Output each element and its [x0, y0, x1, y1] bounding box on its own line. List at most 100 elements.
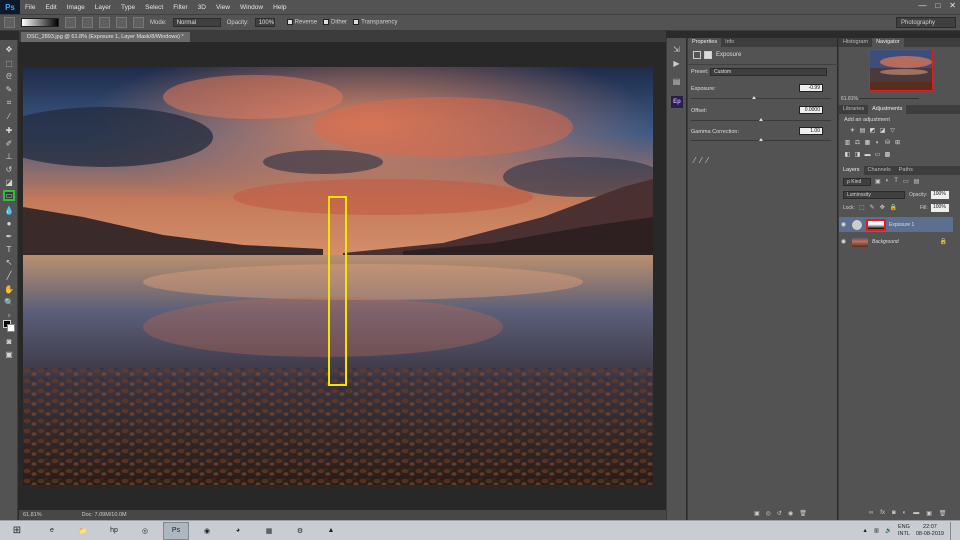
link-layers-icon[interactable]: ∞ — [869, 510, 873, 517]
taskbar-settings-icon[interactable]: ⚙ — [287, 522, 313, 540]
black-white-icon[interactable]: ▦ — [864, 139, 871, 146]
navigator-thumbnail[interactable] — [869, 49, 933, 91]
clip-to-layer-icon[interactable]: ▣ — [754, 510, 760, 517]
preset-select[interactable]: Custom — [710, 68, 827, 76]
hand-tool-icon[interactable]: ✋ — [3, 284, 15, 295]
transparency-option[interactable]: Transparency — [353, 19, 398, 26]
taskbar-photoshop-icon[interactable]: Ps — [163, 521, 189, 540]
eraser-tool-icon[interactable]: ◪ — [3, 177, 15, 188]
crop-tool-icon[interactable]: ⌗ — [3, 97, 15, 108]
gradient-preview[interactable] — [21, 18, 59, 27]
layer-style-icon[interactable]: fx — [880, 510, 885, 517]
invert-icon[interactable]: ◧ — [844, 151, 851, 158]
dodge-tool-icon[interactable]: ● — [3, 218, 15, 229]
curves-icon[interactable]: ◩ — [869, 127, 876, 134]
layer-filter-select[interactable]: ρ Kind — [843, 178, 871, 186]
marquee-tool-icon[interactable]: ⬚ — [3, 58, 15, 69]
exposure-slider-knob[interactable] — [752, 96, 756, 99]
menu-type[interactable]: Type — [116, 4, 140, 11]
clock[interactable]: 22:07 08-08-2019 — [916, 524, 944, 538]
gray-point-eyedropper-icon[interactable]: ⁄ — [700, 156, 701, 165]
lasso-tool-icon[interactable]: ᘓ — [3, 71, 15, 82]
eye-icon[interactable]: ◉ — [839, 221, 848, 228]
workspace-select[interactable]: Photography — [896, 17, 956, 28]
offset-slider-knob[interactable] — [759, 118, 763, 121]
lock-position-icon[interactable]: ✥ — [880, 204, 885, 211]
minimize-button[interactable]: — — [918, 1, 926, 10]
dither-option[interactable]: Dither — [323, 19, 347, 26]
photo-filter-icon[interactable]: ◐ — [874, 139, 881, 146]
tab-histogram[interactable]: Histogram — [839, 38, 872, 47]
tab-channels[interactable]: Channels — [864, 166, 895, 175]
layer-name[interactable]: Background — [872, 239, 899, 245]
gradient-tool-icon[interactable]: ▭ — [3, 190, 15, 201]
add-mask-icon[interactable]: ◙ — [892, 510, 896, 517]
hue-saturation-icon[interactable]: ▥ — [844, 139, 851, 146]
filter-adjustment-icon[interactable]: ◐ — [886, 178, 890, 185]
menu-edit[interactable]: Edit — [40, 4, 61, 11]
volume-icon[interactable]: 🔊 — [885, 528, 892, 534]
close-button[interactable]: ✕ — [949, 1, 956, 10]
gamma-value[interactable]: 1.00 — [799, 127, 823, 135]
layer-opacity-field[interactable]: 100% — [931, 191, 949, 199]
radial-gradient-icon[interactable] — [82, 17, 93, 28]
zoom-readout[interactable]: 61.81% — [23, 512, 42, 518]
taskbar-chrome-icon[interactable]: ◕ — [225, 522, 251, 540]
filter-smart-icon[interactable]: ▤ — [914, 178, 920, 185]
layer-row-exposure[interactable]: ◉ Exposure 1 — [839, 217, 953, 232]
start-button[interactable]: ⊞ — [0, 522, 34, 540]
fill-field[interactable]: 100% — [931, 204, 949, 212]
history-brush-tool-icon[interactable]: ↺ — [3, 164, 15, 175]
line-tool-icon[interactable]: ╱ — [3, 270, 15, 281]
maximize-button[interactable]: □ — [935, 1, 940, 10]
menu-image[interactable]: Image — [62, 4, 90, 11]
eyedropper-tool-icon[interactable]: ⁄ — [3, 111, 15, 122]
menu-file[interactable]: File — [20, 4, 40, 11]
blur-tool-icon[interactable]: 💧 — [3, 205, 15, 216]
taskbar-hp-icon[interactable]: hp — [101, 522, 127, 540]
levels-icon[interactable]: ▤ — [859, 127, 866, 134]
language-indicator[interactable]: ENG INTL — [898, 524, 910, 538]
blend-mode-select[interactable]: Luminosity — [843, 191, 905, 199]
menu-view[interactable]: View — [211, 4, 235, 11]
angle-gradient-icon[interactable] — [99, 17, 110, 28]
toggle-visibility-icon[interactable]: ◉ — [788, 510, 793, 517]
taskbar-vlc-icon[interactable]: ▲ — [318, 522, 344, 540]
white-point-eyedropper-icon[interactable]: ⁄ — [707, 156, 708, 165]
transparency-checkbox[interactable] — [353, 19, 360, 26]
history-panel-icon[interactable]: ⇲ — [671, 44, 682, 54]
filter-pixel-icon[interactable]: ▣ — [875, 178, 881, 185]
new-adjustment-icon[interactable]: ◐ — [903, 510, 907, 517]
menu-3d[interactable]: 3D — [193, 4, 211, 11]
exposure-icon[interactable]: ◪ — [879, 127, 886, 134]
menu-window[interactable]: Window — [235, 4, 268, 11]
extension-panel-icon[interactable]: Ep — [671, 96, 683, 108]
new-group-icon[interactable]: ▬ — [913, 510, 919, 517]
menu-select[interactable]: Select — [140, 4, 168, 11]
tab-navigator[interactable]: Navigator — [872, 38, 904, 47]
gradient-tool-preset-icon[interactable] — [4, 17, 15, 28]
background-color-swatch[interactable] — [7, 324, 15, 332]
filter-type-icon[interactable]: T — [894, 178, 898, 185]
actions-panel-icon[interactable]: ▶ — [671, 58, 682, 68]
tab-layers[interactable]: Layers — [839, 166, 864, 175]
gamma-slider-knob[interactable] — [759, 138, 763, 141]
black-point-eyedropper-icon[interactable]: ⁄ — [694, 156, 695, 165]
new-layer-icon[interactable]: ▣ — [926, 510, 932, 517]
network-icon[interactable]: ▥ — [874, 528, 879, 534]
mask-icon[interactable] — [704, 51, 712, 59]
reverse-option[interactable]: Reverse — [286, 19, 317, 26]
tab-adjustments[interactable]: Adjustments — [868, 105, 907, 114]
diamond-gradient-icon[interactable] — [133, 17, 144, 28]
lock-pixels-icon[interactable]: ✎ — [870, 204, 875, 211]
layer-row-background[interactable]: ◉ Background 🔒 — [839, 234, 953, 249]
exposure-value[interactable]: -0.99 — [799, 84, 823, 92]
clone-stamp-tool-icon[interactable]: ⊥ — [3, 151, 15, 162]
posterize-icon[interactable]: ◨ — [854, 151, 861, 158]
taskbar-gallery-icon[interactable]: ▦ — [256, 522, 282, 540]
delete-layer-icon[interactable]: 🗑 — [939, 510, 947, 517]
menu-help[interactable]: Help — [268, 4, 291, 11]
layer-thumbnail[interactable] — [852, 236, 868, 247]
mode-select[interactable]: Normal — [172, 18, 221, 27]
show-desktop-button[interactable] — [950, 522, 956, 540]
